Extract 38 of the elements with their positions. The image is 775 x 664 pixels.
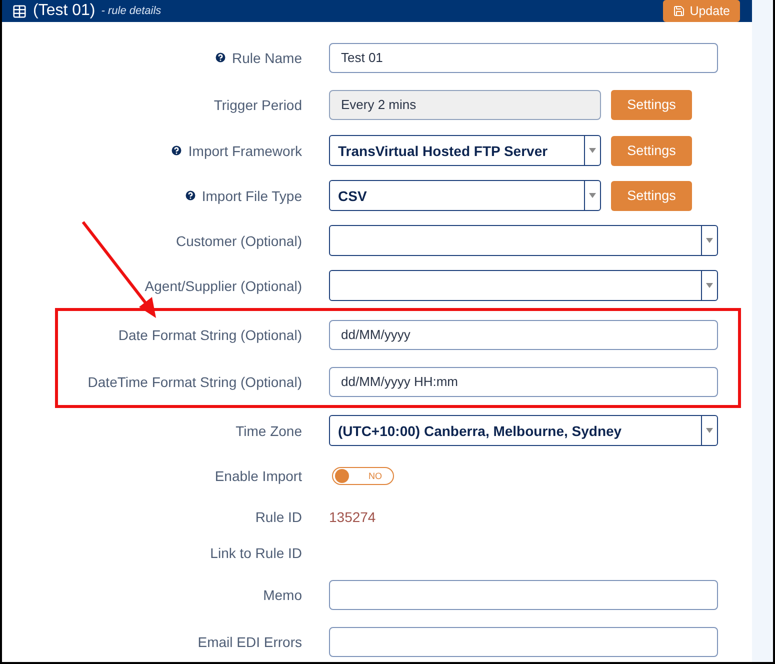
caret-icon: [706, 283, 713, 288]
rule-id-value: 135274: [329, 509, 376, 525]
help-icon: [184, 189, 197, 202]
help-icon: [170, 144, 184, 157]
field-label: Enable Import: [214, 468, 302, 484]
rule-subtitle: - rule details: [101, 5, 162, 17]
field-label: Trigger Period: [214, 96, 302, 112]
dropdown[interactable]: [329, 270, 718, 301]
table-icon: [12, 4, 27, 18]
dropdown[interactable]: CSV: [329, 180, 601, 211]
rule-title: (Test 01): [33, 2, 96, 20]
field-label: Customer (Optional): [176, 232, 302, 248]
dropdown[interactable]: [329, 225, 718, 256]
dropdown[interactable]: TransVirtual Hosted FTP Server: [329, 135, 601, 166]
field-label: Email EDI Errors: [198, 634, 302, 650]
field-label: DateTime Format String (Optional): [88, 374, 302, 390]
field-label: Memo: [263, 586, 302, 602]
save-icon: [672, 5, 685, 17]
dropdown[interactable]: (UTC+10:00) Canberra, Melbourne, Sydney: [329, 415, 718, 446]
readonly-field[interactable]: Every 2 mins: [329, 90, 601, 120]
input-field[interactable]: [329, 626, 718, 656]
field-label: Time Zone: [236, 422, 302, 438]
input-field[interactable]: dd/MM/yyyy HH:mm: [329, 366, 718, 396]
field-label: Agent/Supplier (Optional): [144, 278, 302, 294]
caret-icon: [706, 428, 713, 433]
input-field[interactable]: Test 01: [329, 42, 718, 72]
caret-icon: [706, 238, 713, 243]
field-label: Rule ID: [255, 509, 302, 525]
field-label: Rule Name: [232, 50, 302, 66]
help-icon: [214, 51, 227, 64]
field-label: Import File Type: [202, 188, 302, 204]
input-field[interactable]: dd/MM/yyyy: [329, 320, 718, 350]
field-label: Import Framework: [188, 142, 302, 158]
input-field[interactable]: [329, 580, 718, 610]
caret-icon: [589, 148, 596, 153]
field-label: Link to Rule ID: [210, 545, 302, 561]
caret-icon: [589, 193, 596, 198]
field-label: Date Format String (Optional): [118, 326, 302, 342]
